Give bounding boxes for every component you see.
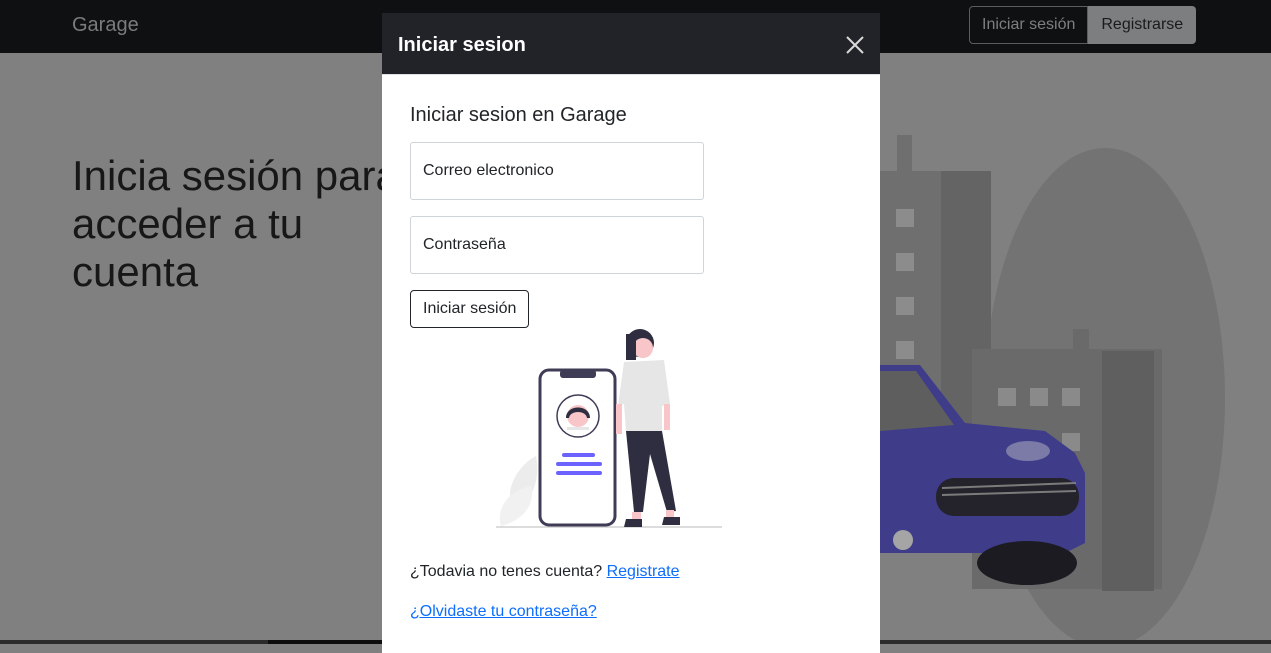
- signup-prompt-text: ¿Todavia no tenes cuenta?: [410, 563, 603, 580]
- modal-header: Iniciar sesion: [382, 13, 880, 75]
- modal-title: Iniciar sesion: [398, 34, 526, 56]
- auth-button-group: Iniciar sesión Registrarse: [969, 6, 1197, 44]
- city-car-illustration: [880, 135, 1225, 640]
- navbar-register-button[interactable]: Registrarse: [1088, 6, 1197, 44]
- signup-prompt: ¿Todavia no tenes cuenta? Registrate: [410, 563, 680, 581]
- close-icon[interactable]: [842, 32, 868, 58]
- login-modal: Iniciar sesion Iniciar sesion en Garage …: [382, 13, 880, 653]
- form-heading: Iniciar sesion en Garage: [410, 104, 627, 126]
- hero-headline: Inicia sesión para acceder a tu cuenta: [72, 152, 399, 295]
- forgot-password-link[interactable]: ¿Olvidaste tu contraseña?: [410, 603, 597, 620]
- email-field[interactable]: [410, 142, 704, 200]
- login-submit-button[interactable]: Iniciar sesión: [410, 290, 530, 328]
- password-field[interactable]: [410, 216, 704, 274]
- forgot-password: ¿Olvidaste tu contraseña?: [410, 603, 597, 621]
- brand-logo[interactable]: Garage: [72, 14, 139, 37]
- navbar-login-button[interactable]: Iniciar sesión: [969, 6, 1089, 44]
- signup-link[interactable]: Registrate: [607, 563, 680, 580]
- login-illustration: [496, 329, 722, 528]
